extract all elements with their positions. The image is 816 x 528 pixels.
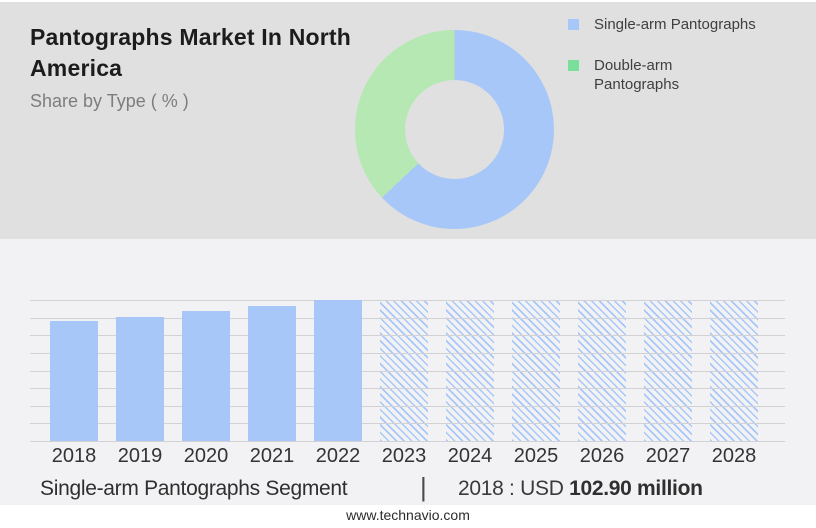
bar-2018	[50, 321, 98, 441]
donut-chart-wrap	[355, 30, 554, 229]
infographic: Pantographs Market In North America Shar…	[0, 0, 816, 528]
legend-label: Double-arm Pantographs	[594, 56, 680, 93]
x-axis-label-2020: 2020	[183, 445, 229, 467]
legend-item-single-arm: Single-arm Pantographs	[568, 16, 756, 35]
footer: www.technavio.com	[0, 505, 816, 528]
market-size-panel: 2018 2019 2020 2021 2022 2023 2024 2025 2026 2027…	[0, 239, 816, 505]
segment-value-amount: 102.90 million	[569, 477, 703, 500]
website-url: www.technavio.com	[346, 507, 470, 523]
legend-swatch-blue	[568, 19, 579, 30]
x-axis-label-2028: 2028	[711, 445, 757, 467]
bar-2019	[116, 317, 164, 441]
x-axis-label-2024: 2024	[447, 445, 493, 467]
share-by-type-panel: Pantographs Market In North America Shar…	[0, 0, 816, 239]
bar-2020	[182, 311, 230, 441]
title-block: Pantographs Market In North America Shar…	[30, 22, 375, 112]
x-axis-label-2022: 2022	[315, 445, 361, 467]
x-axis-label-2021: 2021	[249, 445, 295, 467]
x-axis-label-2027: 2027	[645, 445, 691, 467]
segment-caption: Single-arm Pantographs Segment	[40, 477, 348, 500]
bar-plot: 2018 2019 2020 2021 2022 2023 2024 2025 2026 2027…	[30, 300, 785, 467]
bar-2022	[314, 300, 362, 441]
legend-label: Single-arm Pantographs	[594, 16, 756, 33]
segment-value: 2018 : USD 102.90 million	[458, 477, 703, 501]
x-axis-label-2025: 2025	[513, 445, 559, 467]
x-axis-label-2018: 2018	[51, 445, 97, 467]
gridline	[30, 441, 785, 442]
page-subtitle: Share by Type ( % )	[30, 91, 189, 112]
legend: Single-arm Pantographs Double-arm Pantog…	[568, 16, 756, 94]
legend-swatch-green	[568, 59, 579, 71]
segment-value-prefix: 2018 : USD	[458, 477, 570, 500]
x-axis-label-2019: 2019	[117, 445, 163, 467]
page-title: Pantographs Market In North America	[30, 24, 352, 82]
x-axis-label-2026: 2026	[579, 445, 625, 467]
gridline	[30, 300, 785, 301]
legend-item-double-arm: Double-arm Pantographs	[568, 57, 756, 95]
bar-2021	[248, 306, 296, 441]
caption-separator: |	[420, 472, 427, 502]
donut-hole	[405, 80, 504, 179]
x-axis-label-2023: 2023	[381, 445, 427, 467]
